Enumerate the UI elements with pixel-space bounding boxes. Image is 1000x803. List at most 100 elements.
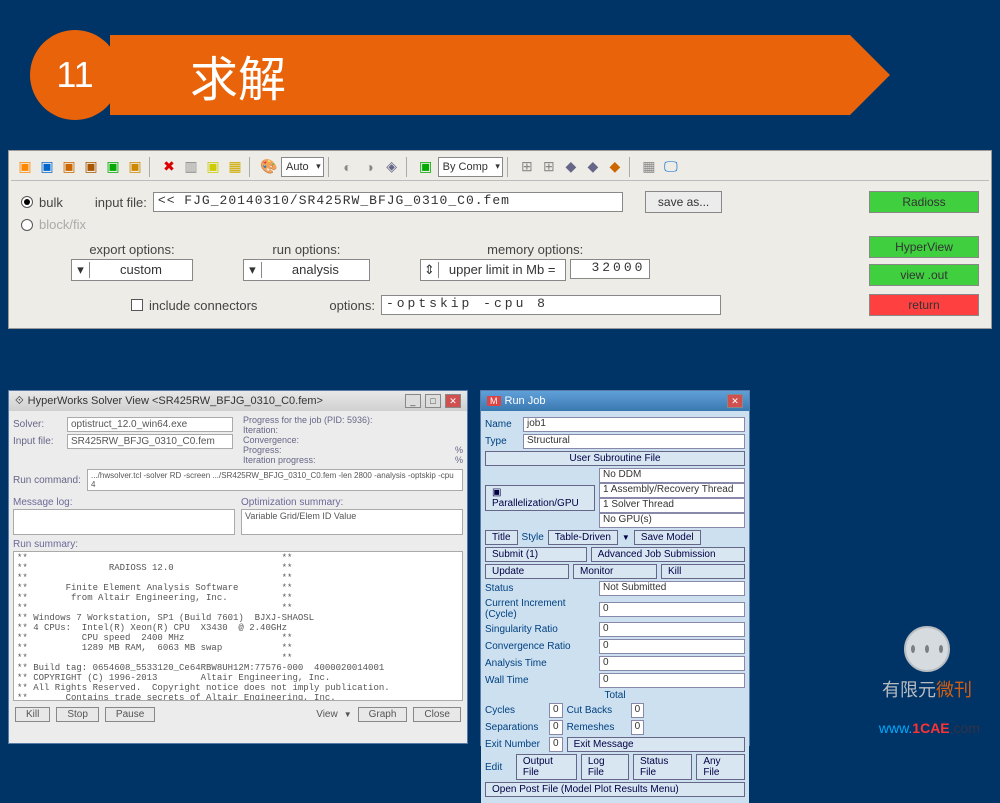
auto-combo[interactable]: Auto: [281, 157, 324, 177]
shaded-icon[interactable]: ◆: [561, 157, 581, 177]
title-button[interactable]: Title: [485, 530, 518, 545]
bulk-radio[interactable]: [21, 196, 33, 208]
minimize-button[interactable]: _: [405, 394, 421, 408]
toolbar-icon[interactable]: ▣: [125, 157, 145, 177]
wireframe-icon[interactable]: ⊞: [539, 157, 559, 177]
statfile-button[interactable]: Status File: [633, 754, 692, 780]
kill-button[interactable]: Kill: [15, 707, 50, 722]
toolbar-icon[interactable]: ▦: [225, 157, 245, 177]
mem-options-label: memory options:: [487, 242, 583, 257]
outfile-button[interactable]: Output File: [516, 754, 577, 780]
name-input[interactable]: job1: [523, 417, 745, 432]
exitmsg-button[interactable]: Exit Message: [567, 737, 745, 752]
cube-icon[interactable]: ◈: [382, 157, 402, 177]
graph-button[interactable]: Graph: [358, 707, 408, 722]
edit-label: Edit: [485, 762, 512, 773]
close-button[interactable]: ✕: [727, 394, 743, 408]
optsum-label: Optimization summary:: [241, 497, 463, 508]
parallel-button[interactable]: ▣ Parallelization/GPU: [485, 485, 595, 511]
close-button[interactable]: Close: [413, 707, 461, 722]
bulk-label: bulk: [39, 195, 63, 210]
export-col: export options: ▾ custom: [71, 242, 193, 281]
blockfix-label: block/fix: [39, 217, 86, 232]
monitor-button[interactable]: Monitor: [573, 564, 657, 579]
monitor-icon[interactable]: 🖵: [661, 157, 681, 177]
progress-label: Progress for the job (PID: 5936):: [243, 415, 463, 425]
shaded-icon[interactable]: ◆: [583, 157, 603, 177]
mem-dropdown[interactable]: ⇕ upper limit in Mb =: [420, 259, 567, 281]
include-checkbox[interactable]: [131, 299, 143, 311]
toolbar-icon[interactable]: ▣: [81, 157, 101, 177]
export-dropdown[interactable]: ▾ custom: [71, 259, 193, 281]
solver-input-val[interactable]: SR425RW_BFJG_0310_C0.fem: [67, 434, 233, 449]
submit-button[interactable]: Submit (1): [485, 547, 587, 562]
wireframe-icon[interactable]: ⊞: [517, 157, 537, 177]
optsum-box[interactable]: Variable Grid/Elem ID Value: [241, 509, 463, 535]
name-label: Name: [485, 419, 519, 430]
progress-pct: %: [455, 445, 463, 455]
shape-icon[interactable]: ◐: [338, 157, 358, 177]
ddm-val: No DDM: [599, 468, 745, 483]
grid-icon[interactable]: ▦: [639, 157, 659, 177]
open-button[interactable]: Open Post File (Model Plot Results Menu): [485, 782, 745, 797]
blockfix-radio[interactable]: [21, 219, 33, 231]
toolbar-icon[interactable]: ▥: [181, 157, 201, 177]
dropdown-arrow-icon: ▾: [72, 262, 90, 278]
type-label: Type: [485, 436, 519, 447]
runcmd-val[interactable]: .../hwsolver.tcl -solver RD -screen .../…: [87, 469, 463, 491]
adv-button[interactable]: Advanced Job Submission: [591, 547, 745, 562]
toolbar-icon[interactable]: ▣: [15, 157, 35, 177]
logfile-button[interactable]: Log File: [581, 754, 629, 780]
msglog-box[interactable]: [13, 509, 235, 535]
shaded-icon[interactable]: ◆: [605, 157, 625, 177]
options-input[interactable]: -optskip -cpu 8: [381, 295, 721, 315]
color-icon[interactable]: 🎨: [259, 157, 279, 177]
iter-progress: Iteration progress:: [243, 455, 316, 465]
cut-label: Cut Backs: [567, 705, 627, 716]
solver-val[interactable]: optistruct_12.0_win64.exe: [67, 417, 233, 432]
close-button[interactable]: ✕: [445, 394, 461, 408]
hyperworks-panel: ▣ ▣ ▣ ▣ ▣ ▣ ✖ ▥ ▣ ▦ 🎨 Auto ◐ ◑ ◈ ▣ By Co…: [8, 150, 992, 329]
run-options-label: run options:: [272, 242, 340, 257]
cae-com: .com: [950, 720, 980, 736]
toolbar-icon[interactable]: ▣: [59, 157, 79, 177]
update-button[interactable]: Update: [485, 564, 569, 579]
toolbar-icon[interactable]: ▣: [37, 157, 57, 177]
sol-val: 1 Solver Thread: [599, 498, 745, 513]
exit-label: Exit Number: [485, 739, 545, 750]
run-dropdown[interactable]: ▾ analysis: [243, 259, 370, 281]
wm-text1: 有限元: [882, 680, 936, 700]
kill-button[interactable]: Kill: [661, 564, 745, 579]
maximize-button[interactable]: □: [425, 394, 441, 408]
viewout-button[interactable]: view .out: [869, 264, 979, 286]
cube-icon[interactable]: ▣: [416, 157, 436, 177]
runsum-box[interactable]: ** ** ** RADIOSS 12.0 ** ** ** ** Finite…: [13, 551, 463, 701]
shape-icon[interactable]: ◑: [360, 157, 380, 177]
toolbar-icon[interactable]: ▣: [203, 157, 223, 177]
saveas-button[interactable]: save as...: [645, 191, 722, 213]
inputfile-input[interactable]: << FJG_20140310/SR425RW_BFJG_0310_C0.fem: [153, 192, 623, 212]
status-val: Not Submitted: [599, 581, 745, 596]
runcmd-lbl: Run command:: [13, 475, 83, 486]
return-button[interactable]: return: [869, 294, 979, 316]
gpu-val: No GPU(s): [599, 513, 745, 528]
delete-icon[interactable]: ✖: [159, 157, 179, 177]
savemodel-button[interactable]: Save Model: [634, 530, 701, 545]
toolbar: ▣ ▣ ▣ ▣ ▣ ▣ ✖ ▥ ▣ ▦ 🎨 Auto ◐ ◑ ◈ ▣ By Co…: [11, 153, 989, 181]
hyperview-button[interactable]: HyperView: [869, 236, 979, 258]
pause-button[interactable]: Pause: [105, 707, 155, 722]
type-input[interactable]: Structural: [523, 434, 745, 449]
stop-button[interactable]: Stop: [56, 707, 99, 722]
usr-button[interactable]: User Subroutine File: [485, 451, 745, 466]
mem-input[interactable]: 32000: [570, 259, 650, 279]
anyfile-button[interactable]: Any File: [696, 754, 745, 780]
cur-val: 0: [599, 602, 745, 617]
runjob-title: Run Job: [501, 395, 727, 407]
bycomp-combo[interactable]: By Comp: [438, 157, 503, 177]
radioss-button[interactable]: Radioss: [869, 191, 979, 213]
toolbar-icon[interactable]: ▣: [103, 157, 123, 177]
table-button[interactable]: Table-Driven: [548, 530, 618, 545]
cut-val: 0: [631, 703, 645, 718]
wall-label: Wall Time: [485, 675, 595, 686]
solver-input-lbl: Input file:: [13, 436, 63, 447]
